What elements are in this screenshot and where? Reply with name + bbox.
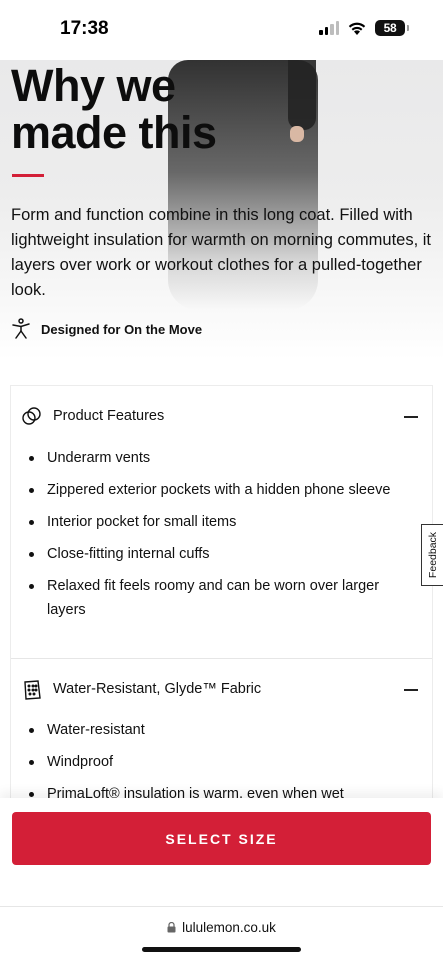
title-line-2: made this bbox=[11, 107, 217, 158]
fabric-icon bbox=[24, 680, 41, 700]
fabric-title: Water-Resistant, Glyde™ Fabric bbox=[53, 681, 262, 697]
page-title: Why we made this bbox=[11, 62, 217, 156]
hero-section: Why we made this Form and function combi… bbox=[0, 60, 443, 360]
title-line-1: Why we bbox=[11, 60, 176, 111]
collapse-minus-icon[interactable] bbox=[404, 689, 418, 691]
cellular-signal-icon bbox=[319, 21, 339, 35]
lock-icon bbox=[167, 922, 176, 933]
list-item: Relaxed fit feels roomy and can be worn … bbox=[27, 574, 407, 622]
designed-for-row: Designed for On the Move bbox=[11, 318, 202, 340]
url-display[interactable]: lululemon.co.uk bbox=[0, 920, 443, 935]
sticky-cta-bar: SELECT SIZE bbox=[0, 798, 443, 908]
battery-level: 58 bbox=[383, 21, 397, 35]
select-size-button[interactable]: SELECT SIZE bbox=[12, 812, 431, 865]
section-product-features: Product Features Underarm vents Zippered… bbox=[11, 386, 432, 658]
home-indicator[interactable] bbox=[142, 947, 301, 952]
list-item: Water-resistant bbox=[27, 718, 407, 742]
fabric-features-list: Water-resistant Windproof PrimaLoft® ins… bbox=[27, 718, 407, 806]
product-details-accordion: Product Features Underarm vents Zippered… bbox=[10, 385, 433, 805]
features-icon bbox=[22, 407, 41, 425]
battery-icon: 58 bbox=[375, 20, 409, 36]
list-item: Zippered exterior pockets with a hidden … bbox=[27, 478, 407, 502]
url-text: lululemon.co.uk bbox=[182, 920, 276, 935]
collapse-minus-icon[interactable] bbox=[404, 416, 418, 418]
person-activity-icon bbox=[12, 318, 30, 339]
feedback-tab[interactable]: Feedback bbox=[421, 524, 443, 586]
product-description: Form and function combine in this long c… bbox=[11, 206, 432, 299]
browser-address-bar: lululemon.co.uk bbox=[0, 906, 443, 960]
product-features-title: Product Features bbox=[53, 408, 165, 424]
list-item: Close-fitting internal cuffs bbox=[27, 542, 407, 566]
status-bar: 17:38 58 bbox=[0, 0, 443, 60]
status-icons: 58 bbox=[319, 20, 409, 36]
list-item: Underarm vents bbox=[27, 446, 407, 470]
product-model-hand bbox=[290, 126, 304, 142]
accent-divider bbox=[12, 174, 44, 177]
wifi-icon bbox=[348, 22, 366, 35]
product-model-arm bbox=[288, 60, 316, 130]
product-features-header[interactable]: Product Features bbox=[11, 386, 432, 448]
list-item: Windproof bbox=[27, 750, 407, 774]
section-fabric: Water-Resistant, Glyde™ Fabric Water-res… bbox=[11, 659, 432, 809]
status-time: 17:38 bbox=[60, 18, 109, 39]
fabric-header[interactable]: Water-Resistant, Glyde™ Fabric bbox=[11, 659, 432, 721]
feedback-label: Feedback bbox=[426, 531, 439, 579]
designed-for-label: Designed for On the Move bbox=[41, 321, 203, 337]
product-features-list: Underarm vents Zippered exterior pockets… bbox=[27, 446, 407, 622]
list-item: Interior pocket for small items bbox=[27, 510, 407, 534]
